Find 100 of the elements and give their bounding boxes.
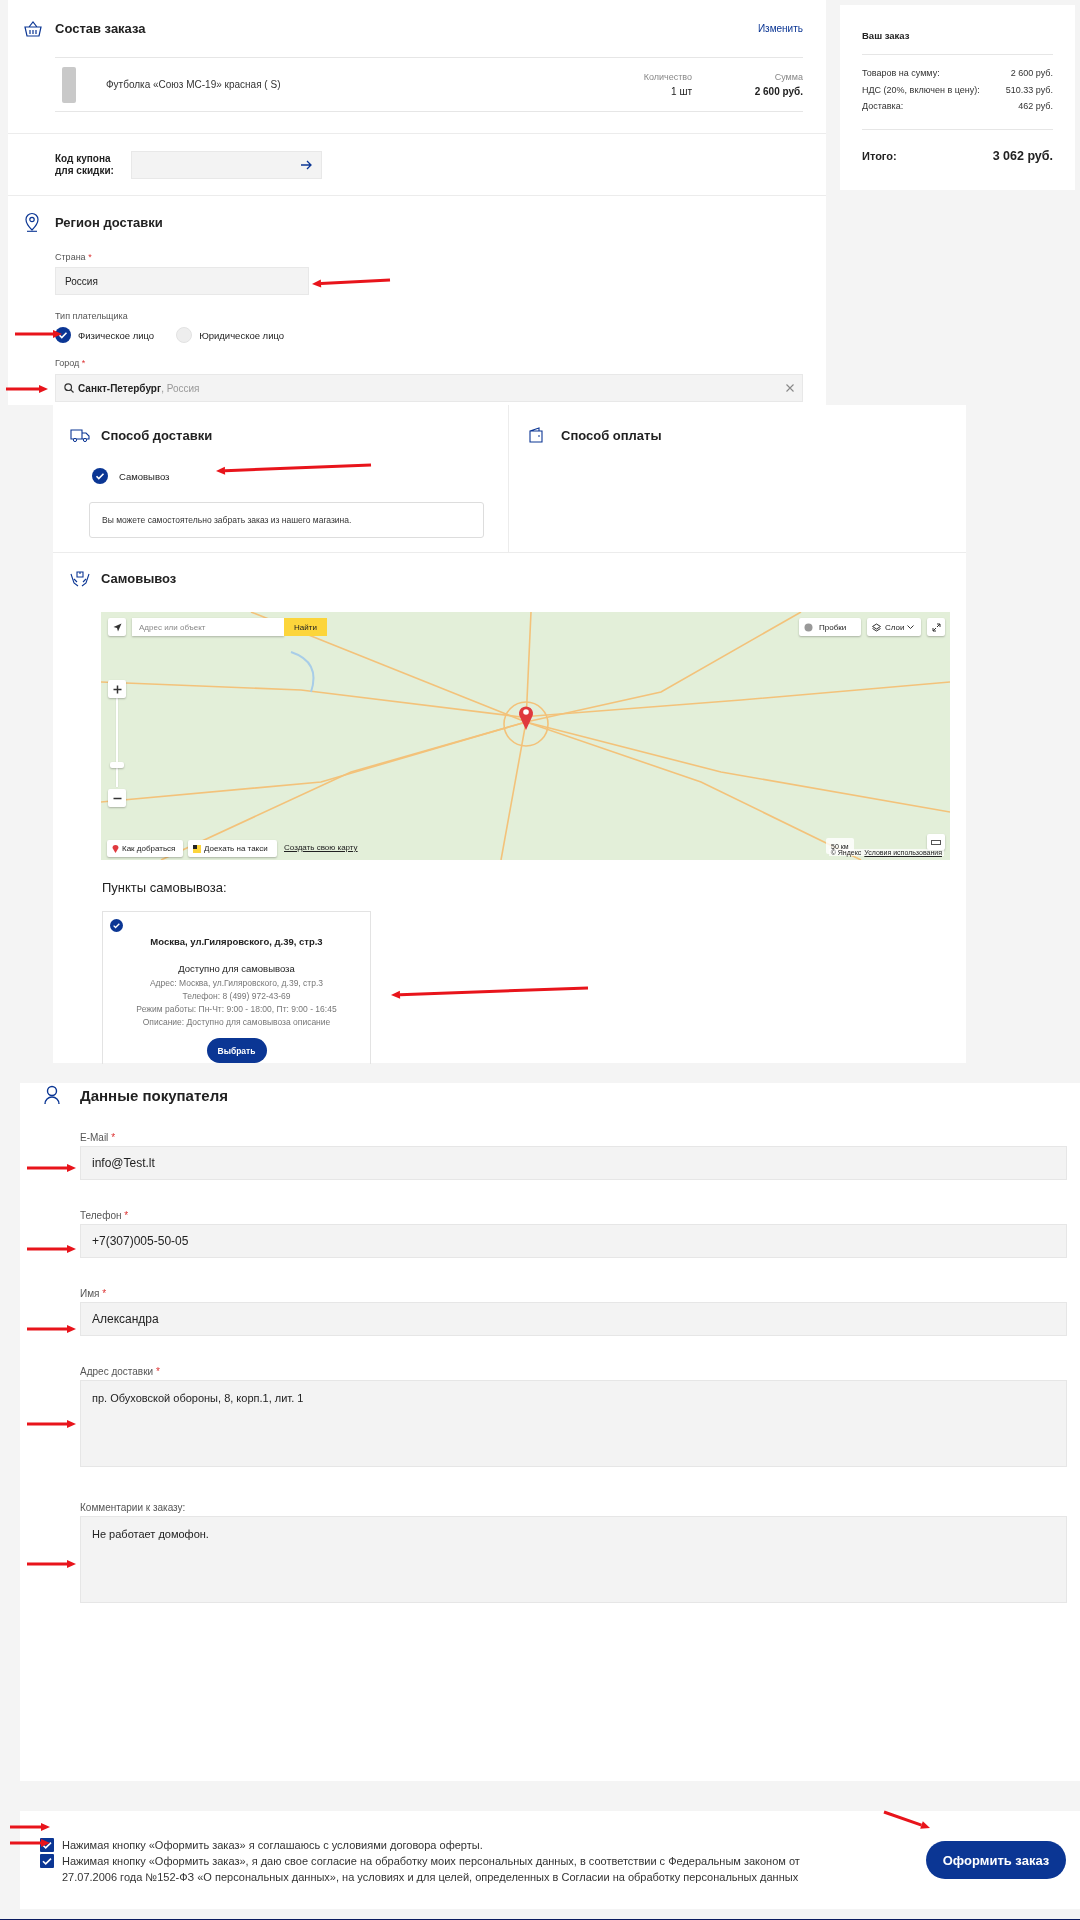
product-name: Футболка «Союз МС-19» красная ( S): [106, 79, 281, 90]
annotation-arrow: [27, 1420, 76, 1428]
annotation-arrow: [27, 1245, 76, 1253]
pickup-point-detail: Телефон: 8 (499) 972-43-69: [181, 990, 292, 1003]
summary-value: 2 600 руб.: [1010, 67, 1053, 80]
truck-icon: [70, 428, 90, 442]
section-title: Способ оплаты: [561, 427, 662, 443]
field-label: E-Mail: [80, 1132, 109, 1143]
radio-label[interactable]: Самовывоз: [119, 470, 170, 482]
select-button[interactable]: Выбрать: [206, 1038, 267, 1063]
pickup-point-name: Москва, ул.Гиляровского, д.39, стр.3: [149, 936, 324, 949]
pickup-point-status: Доступно для самовывоза: [177, 963, 296, 974]
field-label: Имя: [80, 1288, 100, 1299]
pin-icon: [112, 844, 119, 853]
annotation-arrow: [10, 1823, 50, 1831]
input-field[interactable]: +7(307)005-50-05: [80, 1224, 1067, 1258]
location-pin-icon: [24, 212, 40, 232]
annotation-arrow: [10, 1839, 50, 1847]
summary-title: Ваш заказ: [862, 5, 1053, 55]
field-label: Город: [55, 358, 80, 368]
route-button[interactable]: Как добраться: [107, 840, 183, 857]
coupon-label: Код купона для скидки:: [55, 152, 115, 177]
sum-label: Сумма: [773, 72, 803, 82]
section-title: Способ доставки: [101, 427, 213, 443]
input-field[interactable]: Александра: [80, 1302, 1067, 1336]
locate-button[interactable]: [108, 618, 126, 636]
traffic-icon: [804, 622, 813, 632]
field-label: Телефон: [80, 1210, 122, 1221]
summary-value: 510.33 руб.: [1005, 83, 1053, 97]
expand-icon: [931, 622, 941, 632]
section-title: Состав заказа: [55, 21, 146, 36]
plus-icon: [112, 684, 122, 694]
zoom-out-button[interactable]: [108, 789, 126, 807]
pickup-point-card[interactable]: [102, 911, 371, 1064]
annotation-arrow: [15, 330, 62, 338]
section-title: Регион доставки: [55, 214, 163, 230]
edit-link[interactable]: Изменить: [757, 23, 803, 34]
close-icon[interactable]: [786, 384, 794, 392]
summary-label: Товаров на сумму:: [862, 67, 940, 80]
required-mark: *: [155, 1366, 160, 1377]
radio-label[interactable]: Юридическое лицо: [199, 329, 285, 341]
pickup-point-detail: Адрес: Москва, ул.Гиляровского, д.39, стр.3: [148, 977, 325, 990]
select-check[interactable]: [110, 919, 123, 932]
pickup-point-detail: Режим работы: Пн-Чт: 9:00 - 18:00, Пт: 9:00 - 16:45: [135, 1003, 338, 1016]
checkbox[interactable]: [40, 1854, 54, 1868]
total-label: Итого:: [862, 149, 897, 162]
field-label: Комментарии к заказу:: [80, 1502, 186, 1513]
consent-text: Нажимая кнопку «Оформить заказ», я даю свое согласие на обработку моих персональных данных, в соответствии с Федеральным законом от 27.07.2006 года №152-ФЗ «О персональных данных», на условиях и для целей, определенных в Согласии на обработку персональных данных: [62, 1854, 801, 1885]
zoom-in-button[interactable]: [108, 680, 126, 698]
input-field[interactable]: info@Test.lt: [80, 1146, 1067, 1180]
quantity-value: 1 шт: [670, 86, 692, 97]
fullscreen-button[interactable]: [927, 618, 945, 636]
radio-button[interactable]: [176, 327, 193, 343]
product-photo: [62, 66, 76, 103]
radio-label[interactable]: Физическое лицо: [78, 329, 155, 341]
user-icon: [44, 1085, 60, 1105]
location-arrow-icon: [112, 622, 122, 632]
total-value: 3 062 руб.: [992, 148, 1053, 163]
section-title: Данные покупателя: [80, 1086, 228, 1104]
required-mark: *: [102, 1288, 107, 1299]
zoom-slider-handle[interactable]: [110, 762, 124, 768]
map-search-field[interactable]: Адрес или объект: [132, 618, 284, 636]
field-label: Страна: [55, 252, 86, 262]
arrow-icon[interactable]: [301, 159, 312, 170]
section-title: Самовывоз: [101, 570, 177, 586]
taxi-button[interactable]: Доехать на такси: [188, 840, 277, 857]
layers-icon: [872, 622, 881, 632]
minus-icon: [112, 796, 122, 800]
annotation-arrow: [27, 1164, 76, 1172]
radio-button[interactable]: [92, 468, 108, 484]
wallet-icon: [529, 427, 543, 443]
find-button[interactable]: Найти: [284, 618, 327, 636]
summary-label: Доставка:: [862, 100, 904, 113]
city-search-field[interactable]: Санкт-Петербург, Россия: [55, 374, 803, 402]
required-mark: *: [111, 1132, 116, 1143]
summary-label: НДС (20%, включен в цену):: [862, 83, 980, 97]
country-field[interactable]: Россия: [55, 267, 309, 295]
annotation-arrow: [6, 385, 48, 393]
hands-box-icon: [70, 569, 90, 587]
coupon-field[interactable]: [131, 150, 322, 179]
create-map-link[interactable]: Создать свою карту: [284, 843, 358, 852]
text-area[interactable]: пр. Обуховской обороны, 8, корп.1, лит. 1: [80, 1380, 1067, 1467]
traffic-button[interactable]: Пробки: [799, 618, 861, 636]
search-icon: [64, 383, 74, 393]
annotation-arrow: [883, 1810, 930, 1829]
field-label: Адрес доставки: [80, 1366, 154, 1377]
summary-value: 462 руб.: [1018, 100, 1053, 113]
field-label: Тип плательщика: [55, 311, 128, 321]
sum-value: 2 600 руб.: [753, 86, 803, 97]
text-area[interactable]: Не работает домофон.: [80, 1516, 1067, 1603]
required-mark: *: [88, 252, 92, 262]
required-mark: *: [81, 358, 86, 368]
quantity-label: Количество: [642, 72, 692, 82]
pickup-points-title: Пункты самовывоза:: [102, 880, 228, 896]
annotation-arrow: [27, 1325, 76, 1333]
basket-icon: [24, 20, 42, 37]
ruler-icon: [931, 839, 941, 845]
ruler-button[interactable]: [927, 834, 945, 850]
layers-button[interactable]: Слои: [867, 618, 921, 636]
submit-order-button[interactable]: Оформить заказ: [926, 1841, 1066, 1879]
